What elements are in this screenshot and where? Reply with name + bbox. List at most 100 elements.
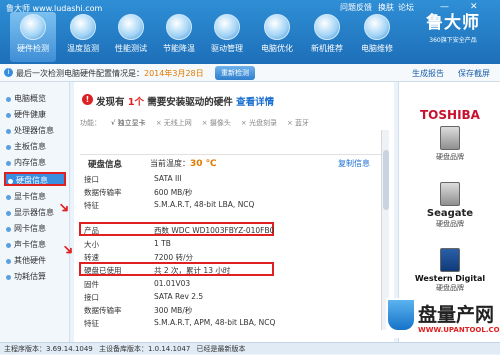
db-version: 主设备库版本：1.0.14.1047 bbox=[99, 345, 191, 353]
function-list: 功能： √ 独立显卡 × 无线上网 × 摄像头 × 光盘刻录 × 蓝牙 bbox=[80, 118, 319, 128]
sidebar-item-label: 电脑概览 bbox=[14, 94, 46, 103]
info-key: 大小 bbox=[84, 240, 99, 249]
last-check-text: 最后一次检测电脑硬件配置情况是：2014年3月28日 bbox=[16, 68, 204, 79]
nav-optimize[interactable]: 电脑优化 bbox=[254, 12, 300, 62]
info-value: 600 MB/秒 bbox=[154, 188, 193, 197]
sidebar-item-gpu[interactable]: 显卡信息 bbox=[4, 190, 66, 204]
nav-energy[interactable]: 节能降温 bbox=[156, 12, 202, 62]
sidebar-item-other[interactable]: 其他硬件 bbox=[4, 254, 66, 268]
sidebar-item-label: 功耗估算 bbox=[14, 272, 46, 281]
sidebar-item-label: 内存信息 bbox=[14, 158, 46, 167]
info-value: 西数 WDC WD1003FBYZ-010FB0 bbox=[154, 226, 275, 235]
save-screenshot-link[interactable]: 保存截屏 bbox=[458, 68, 490, 79]
nav-driver[interactable]: 驱动管理 bbox=[204, 12, 250, 62]
sidebar-item-overview[interactable]: 电脑概览 bbox=[4, 92, 66, 106]
last-check-label: 最后一次检测电脑硬件配置情况是： bbox=[16, 69, 144, 78]
alert-count: 1个 bbox=[127, 97, 144, 108]
info-key: 特征 bbox=[84, 319, 99, 328]
title-bar: 鲁大师 www.ludashi.com 问题反馈 换肤 论坛 — ✕ 硬件检测 … bbox=[0, 0, 500, 64]
info-value: S.M.A.R.T, APM, 48-bit LBA, NCQ bbox=[154, 318, 276, 327]
bullet-icon bbox=[6, 243, 11, 248]
main-version: 主程序版本：3.69.14.1049 bbox=[4, 345, 93, 353]
nav-repair[interactable]: 电脑维修 bbox=[354, 12, 400, 62]
function-gpu: √ 独立显卡 bbox=[111, 119, 146, 127]
sidebar-item-health[interactable]: 硬件健康 bbox=[4, 108, 66, 122]
info-row: 特征 S.M.A.R.T, 48-bit LBA, NCQ bbox=[84, 200, 384, 213]
nav-performance[interactable]: 性能测试 bbox=[108, 12, 154, 62]
info-row: 接口 SATA Rev 2.5 bbox=[84, 292, 384, 305]
nav-label: 驱动管理 bbox=[211, 44, 243, 53]
nav-hardware-check[interactable]: 硬件检测 bbox=[10, 12, 56, 62]
status-bar: 主程序版本：3.69.14.1049 主设备库版本：1.0.14.1047 已经… bbox=[0, 342, 500, 354]
generate-report-link[interactable]: 生成报告 bbox=[412, 68, 444, 79]
scrollbar-thumb[interactable] bbox=[383, 150, 389, 210]
info-row: 特征 S.M.A.R.T, APM, 48-bit LBA, NCQ bbox=[84, 318, 384, 331]
thermometer-icon bbox=[70, 14, 96, 40]
brand-slogan: 360旗下安全产品 bbox=[429, 37, 477, 44]
recheck-button[interactable]: 重新检测 bbox=[215, 66, 255, 80]
wd-logo: Western Digital bbox=[414, 274, 486, 283]
new-pc-icon bbox=[314, 14, 340, 40]
sidebar-item-sound[interactable]: 声卡信息 bbox=[4, 238, 66, 252]
temperature-value: 30 ℃ bbox=[190, 159, 217, 169]
sidebar-item-power[interactable]: 功耗估算 bbox=[4, 270, 66, 284]
nav-label: 电脑优化 bbox=[261, 44, 293, 53]
repair-icon bbox=[364, 14, 390, 40]
section-title: 硬盘信息 bbox=[88, 160, 123, 170]
sidebar-item-cpu[interactable]: 处理器信息 bbox=[4, 124, 66, 138]
sidebar-item-network[interactable]: 网卡信息 bbox=[4, 222, 66, 236]
leaf-icon bbox=[166, 14, 192, 40]
function-burner: × 光盘刻录 bbox=[240, 119, 277, 127]
sidebar-item-label: 显示器信息 bbox=[14, 208, 54, 217]
info-row: 产品 西数 WDC WD1003FBYZ-010FB0 bbox=[84, 225, 384, 238]
info-key: 数据传输率 bbox=[84, 188, 122, 197]
brand-caption: 硬盘品牌 bbox=[436, 153, 464, 161]
bullet-icon bbox=[6, 145, 11, 150]
speedometer-icon bbox=[118, 14, 144, 40]
bullet-icon bbox=[6, 227, 11, 232]
driver-icon bbox=[214, 14, 240, 40]
info-value: 共 2 次，累计 13 小时 bbox=[154, 266, 231, 275]
sidebar-item-label: 显卡信息 bbox=[14, 192, 46, 201]
sidebar-item-label: 处理器信息 bbox=[14, 126, 54, 135]
function-bluetooth: × 蓝牙 bbox=[286, 119, 310, 127]
view-details-link[interactable]: 查看详情 bbox=[236, 97, 274, 108]
sidebar-item-label: 主板信息 bbox=[14, 142, 46, 151]
sidebar-item-memory[interactable]: 内存信息 bbox=[4, 156, 66, 170]
info-key: 数据传输率 bbox=[84, 306, 122, 315]
nav-temperature[interactable]: 温度监测 bbox=[60, 12, 106, 62]
brand-western-digital[interactable]: Western Digital 硬盘品牌 bbox=[399, 244, 500, 293]
temperature-label: 当前温度： bbox=[150, 159, 190, 168]
bullet-icon bbox=[6, 129, 11, 134]
optimize-icon bbox=[264, 14, 290, 40]
copy-info-link[interactable]: 复制信息 bbox=[338, 158, 370, 169]
sidebar-item-disk[interactable]: 硬盘信息 bbox=[4, 172, 66, 186]
bullet-icon bbox=[6, 161, 11, 166]
alert-text-2: 需要安装驱动的硬件 bbox=[147, 97, 233, 108]
info-row: 数据传输率 300 MB/秒 bbox=[84, 305, 384, 318]
nav-label: 温度监测 bbox=[67, 44, 99, 53]
sidebar-item-motherboard[interactable]: 主板信息 bbox=[4, 140, 66, 154]
sidebar-item-label: 声卡信息 bbox=[14, 240, 46, 249]
u-disk-logo-icon bbox=[388, 300, 414, 330]
bullet-icon bbox=[6, 211, 11, 216]
brand-seagate[interactable]: Seagate 硬盘品牌 bbox=[399, 178, 500, 229]
bullet-icon bbox=[6, 113, 11, 118]
hard-disk-icon bbox=[440, 182, 460, 206]
info-row: 硬盘已使用 共 2 次，累计 13 小时 bbox=[84, 265, 384, 278]
info-bar: i 最后一次检测电脑硬件配置情况是：2014年3月28日 重新检测 生成报告 保… bbox=[0, 64, 500, 82]
info-value: SATA Rev 2.5 bbox=[154, 292, 204, 301]
info-row: 接口 SATA III bbox=[84, 174, 384, 187]
info-key: 特征 bbox=[84, 201, 99, 210]
temperature: 当前温度：30 ℃ bbox=[150, 158, 217, 169]
brand-caption: 硬盘品牌 bbox=[436, 220, 464, 228]
monitor-check-icon bbox=[20, 14, 46, 40]
sidebar-item-label: 网卡信息 bbox=[14, 224, 46, 233]
nav-label: 硬件检测 bbox=[17, 44, 49, 53]
info-value: 1 TB bbox=[154, 239, 171, 248]
brand-toshiba[interactable]: TOSHIBA 硬盘品牌 bbox=[399, 108, 500, 162]
nav-label: 节能降温 bbox=[163, 44, 195, 53]
last-check-date: 2014年3月28日 bbox=[144, 69, 204, 78]
nav-label: 电脑维修 bbox=[361, 44, 393, 53]
nav-new-pc[interactable]: 新机推荐 bbox=[304, 12, 350, 62]
